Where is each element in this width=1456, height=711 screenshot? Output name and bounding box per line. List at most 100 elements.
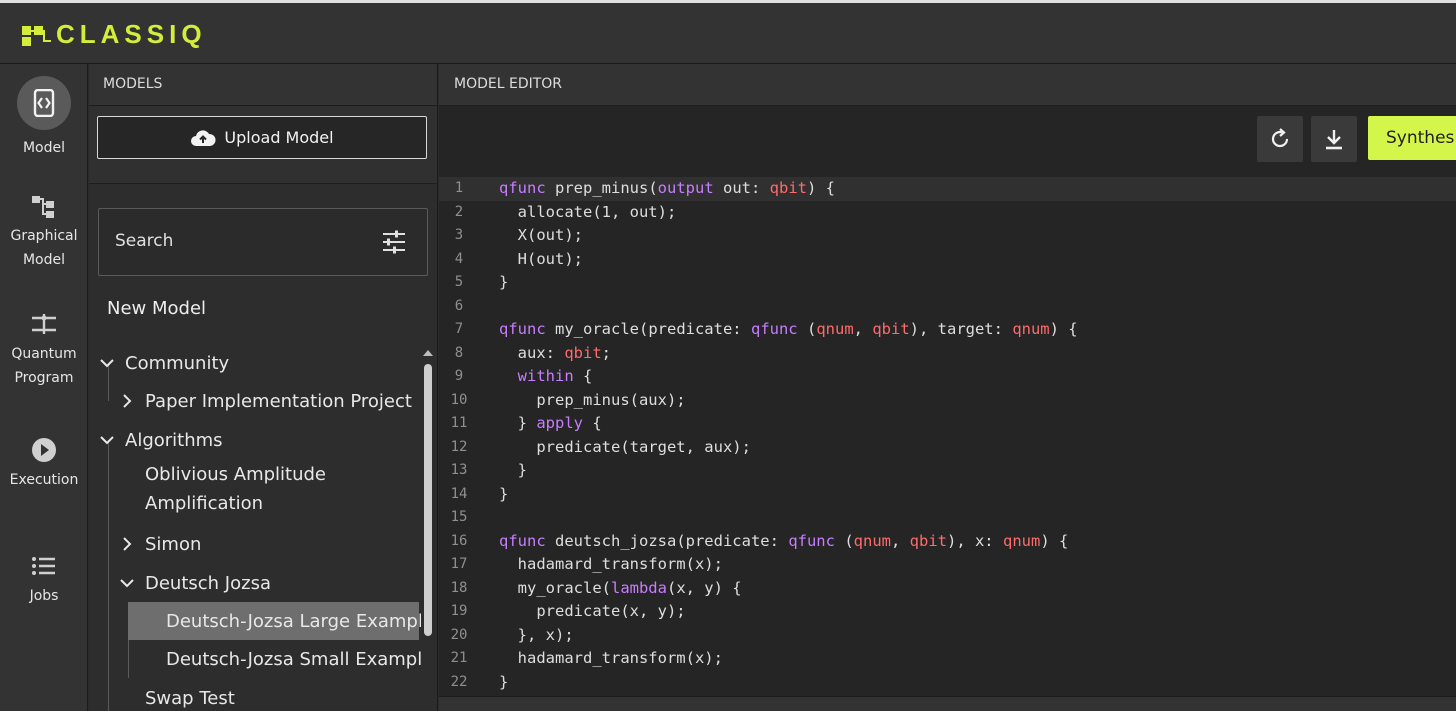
code-line[interactable]: 6 bbox=[439, 295, 1456, 319]
tree-item-label: Amplification bbox=[145, 492, 264, 514]
nav-label-graphical-1: Graphical bbox=[10, 228, 78, 244]
code-keyword: apply bbox=[536, 414, 583, 432]
filter-sliders-icon[interactable] bbox=[381, 229, 407, 255]
list-icon bbox=[32, 557, 55, 575]
models-tree: Community Paper Implementation Project A… bbox=[89, 344, 421, 711]
classiq-logo[interactable]: CLASSIQ bbox=[22, 19, 207, 50]
nav-item-model[interactable]: Model bbox=[0, 76, 88, 160]
code-line[interactable]: 3 X(out); bbox=[439, 224, 1456, 248]
chevron-right-icon bbox=[123, 394, 132, 408]
code-keyword: qfunc bbox=[499, 179, 546, 197]
code-type: qbit bbox=[564, 343, 602, 362]
code-line[interactable]: 5} bbox=[439, 271, 1456, 295]
tree-item-community[interactable]: Community bbox=[97, 344, 229, 382]
new-model-link[interactable]: New Model bbox=[107, 298, 206, 319]
tree-item-oblivious-amplitude-cont[interactable]: Amplification bbox=[145, 488, 263, 518]
code-token: } bbox=[499, 672, 509, 691]
line-number: 5 bbox=[454, 274, 464, 290]
models-panel: MODELS Upload Model Search New Model Com… bbox=[89, 64, 438, 711]
code-editor[interactable]: 1 qfunc prep_minus(output out: qbit) {2 a… bbox=[439, 177, 1456, 694]
code-keyword: output bbox=[657, 179, 714, 197]
download-icon bbox=[1326, 130, 1342, 150]
circuit-icon bbox=[32, 314, 56, 334]
tree-item-label: Simon bbox=[145, 533, 202, 555]
code-line[interactable]: 11 } apply { bbox=[439, 412, 1456, 436]
code-keyword: within bbox=[517, 367, 574, 385]
nav-item-execution[interactable]: Execution bbox=[0, 436, 88, 492]
nav-item-jobs[interactable]: Jobs bbox=[0, 552, 88, 608]
code-text: predicate(x, y); bbox=[499, 600, 686, 624]
code-token: X(out); bbox=[499, 226, 583, 244]
nav-item-graphical-model[interactable]: Graphical Model bbox=[0, 194, 88, 272]
download-button[interactable] bbox=[1311, 116, 1357, 162]
models-header: MODELS bbox=[89, 64, 437, 106]
code-text: hadamard_transform(x); bbox=[499, 553, 723, 577]
code-token: , bbox=[890, 531, 910, 550]
code-line[interactable]: 2 allocate(1, out); bbox=[439, 201, 1456, 225]
code-line[interactable]: 7 qfunc my_oracle(predicate: qfunc (qnum,… bbox=[439, 318, 1456, 342]
tree-item-deutsch-jozsa-large[interactable]: Deutsch-Jozsa Large Example bbox=[166, 602, 421, 640]
code-keyword: qfunc bbox=[499, 320, 546, 338]
upload-model-label: Upload Model bbox=[224, 128, 334, 147]
code-line[interactable]: 18 my_oracle(lambda(x, y) { bbox=[439, 577, 1456, 601]
reset-button[interactable] bbox=[1257, 116, 1303, 162]
code-type: qbit bbox=[909, 531, 947, 550]
tree-item-swap-test[interactable]: Swap Test bbox=[145, 679, 235, 711]
scroll-up-arrow-icon[interactable] bbox=[421, 348, 435, 358]
code-text: prep_minus(aux); bbox=[499, 389, 685, 413]
line-number: 3 bbox=[454, 227, 464, 243]
tree-item-paper-implementation[interactable]: Paper Implementation Project bbox=[117, 382, 412, 420]
tree-item-simon[interactable]: Simon bbox=[117, 525, 201, 563]
synthesize-button[interactable]: Synthesize bbox=[1368, 116, 1456, 160]
code-token: } bbox=[499, 273, 509, 291]
search-input[interactable]: Search bbox=[98, 208, 428, 276]
editor-header: MODEL EDITOR bbox=[439, 64, 1456, 106]
code-line[interactable]: 17 hadamard_transform(x); bbox=[439, 553, 1456, 577]
tree-item-algorithms[interactable]: Algorithms bbox=[97, 421, 223, 459]
code-line[interactable]: 14} bbox=[439, 483, 1456, 507]
tree-item-deutsch-jozsa-small[interactable]: Deutsch-Jozsa Small Example bbox=[166, 640, 421, 678]
code-text: hadamard_transform(x); bbox=[499, 647, 723, 671]
code-text: within { bbox=[499, 365, 593, 389]
line-number: 12 bbox=[450, 438, 468, 455]
code-token: hadamard_transform(x); bbox=[499, 555, 723, 573]
tree-guide-line bbox=[108, 440, 109, 711]
chevron-right-icon bbox=[123, 537, 132, 551]
code-line[interactable]: 15 bbox=[439, 506, 1456, 530]
tree-scrollbar[interactable] bbox=[421, 344, 435, 711]
code-token: predicate(x, y); bbox=[499, 602, 686, 620]
code-line[interactable]: 22} bbox=[439, 671, 1456, 695]
scrollbar-thumb[interactable] bbox=[424, 364, 432, 636]
tree-item-label: Paper Implementation Project bbox=[145, 390, 412, 412]
code-type: qnum bbox=[816, 320, 854, 338]
code-line[interactable]: 4 H(out); bbox=[439, 248, 1456, 272]
code-token: ( bbox=[797, 320, 817, 338]
code-line[interactable]: 19 predicate(x, y); bbox=[439, 600, 1456, 624]
tree-item-label: Oblivious Amplitude bbox=[145, 463, 327, 485]
tree-item-label: Deutsch-Jozsa Large Example bbox=[166, 610, 421, 632]
line-number: 21 bbox=[450, 650, 468, 666]
tree-item-oblivious-amplitude[interactable]: Oblivious Amplitude bbox=[145, 459, 326, 489]
code-token: allocate(1, out); bbox=[499, 202, 677, 221]
chevron-down-icon bbox=[100, 359, 114, 368]
code-token: ) { bbox=[806, 179, 835, 197]
code-line[interactable]: 13 } bbox=[439, 459, 1456, 483]
code-line[interactable]: 8 aux: qbit; bbox=[439, 342, 1456, 366]
code-line[interactable]: 16 qfunc deutsch_jozsa(predicate: qfunc (… bbox=[439, 530, 1456, 554]
tree-item-deutsch-jozsa[interactable]: Deutsch Jozsa bbox=[117, 564, 271, 602]
code-token: (x, y) { bbox=[666, 578, 742, 597]
nav-item-quantum-program[interactable]: Quantum Program bbox=[0, 310, 88, 390]
code-line[interactable]: 12 predicate(target, aux); bbox=[439, 436, 1456, 460]
line-number: 17 bbox=[450, 556, 468, 572]
code-line[interactable]: 20 }, x); bbox=[439, 624, 1456, 648]
line-number: 4 bbox=[454, 250, 464, 267]
line-number: 15 bbox=[450, 509, 468, 525]
upload-section: Upload Model bbox=[89, 106, 437, 184]
upload-model-button[interactable]: Upload Model bbox=[97, 116, 427, 159]
code-line[interactable]: 21 hadamard_transform(x); bbox=[439, 647, 1456, 671]
code-line[interactable]: 9 within { bbox=[439, 365, 1456, 389]
code-line[interactable]: 10 prep_minus(aux); bbox=[439, 389, 1456, 413]
code-line[interactable]: 1 qfunc prep_minus(output out: qbit) { bbox=[439, 177, 1456, 201]
code-token: { bbox=[583, 414, 602, 432]
code-text: } bbox=[499, 459, 527, 483]
